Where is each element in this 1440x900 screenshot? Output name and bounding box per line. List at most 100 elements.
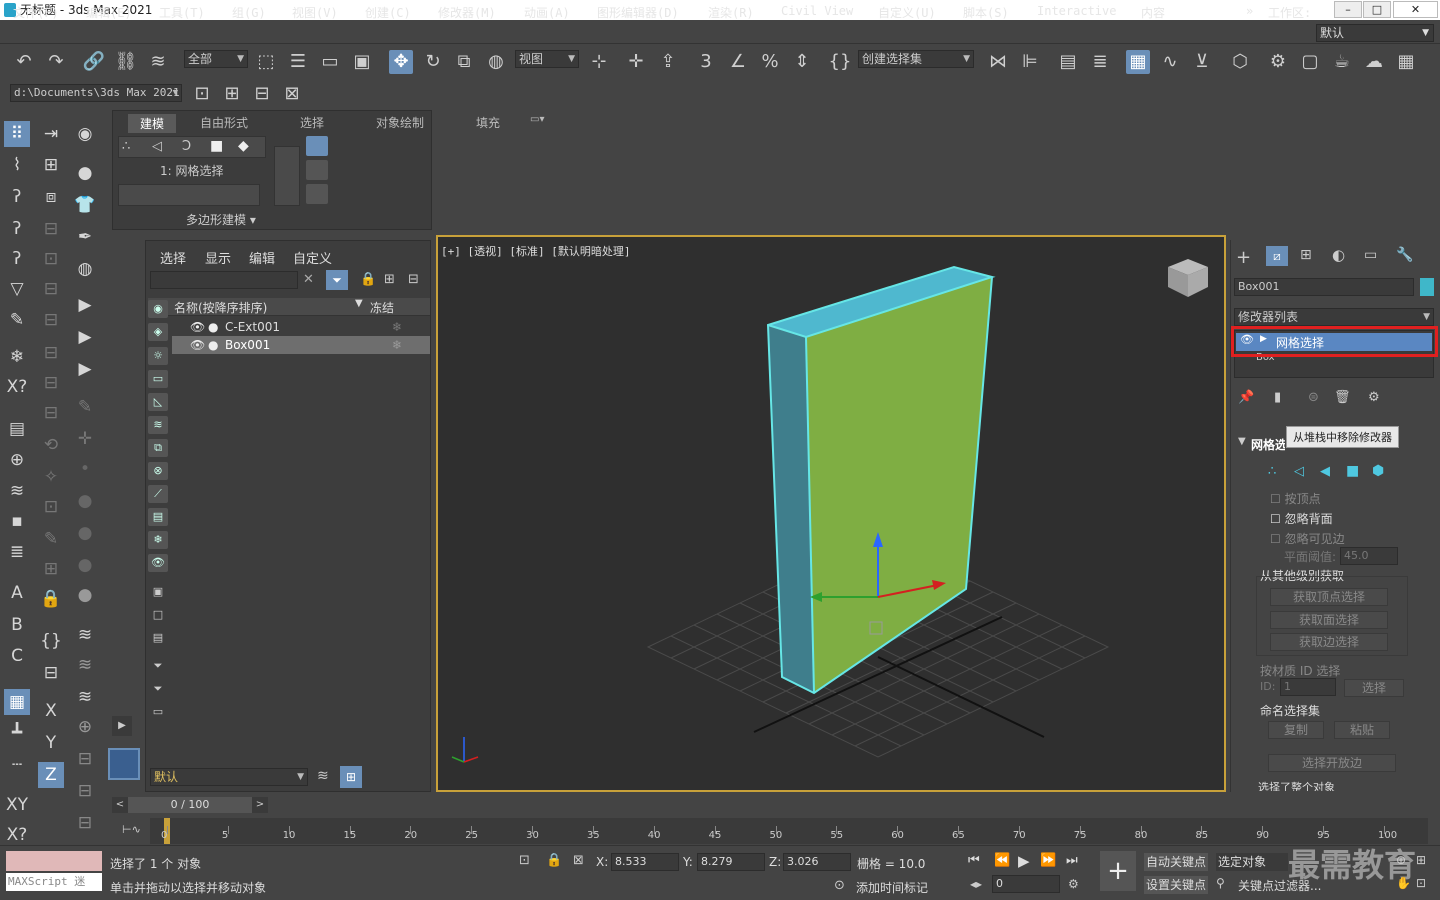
snaps-toggle-icon[interactable]: 3	[694, 50, 718, 74]
ribbon-tab-freeform[interactable]: 自由形式	[200, 114, 248, 131]
select-by-id-button[interactable]: 选择	[1344, 679, 1404, 697]
material-editor-icon[interactable]: ⬡	[1228, 50, 1252, 74]
get-face-selection-button[interactable]: 获取面选择	[1270, 611, 1388, 629]
scene-tab-edit[interactable]: 编辑	[249, 248, 275, 267]
filter-box-icon[interactable]: ▭	[148, 703, 168, 721]
named-selection-set-dropdown[interactable]: 创建选择集 ▼	[858, 50, 974, 68]
layer-dropdown[interactable]: 默认 ▼	[150, 768, 308, 786]
display-xrefs-icon[interactable]: ⊗	[148, 462, 168, 480]
display-geometry-icon[interactable]: ◉	[148, 300, 168, 318]
selection-filter-dropdown[interactable]: 全部 ▼	[184, 50, 248, 68]
paint-select-icon[interactable]: ʔ	[4, 184, 30, 210]
letter-b-icon[interactable]: B	[4, 612, 30, 638]
column-freeze-header[interactable]: 冻结	[370, 299, 394, 316]
motion-tab-icon[interactable]: ◐	[1332, 246, 1345, 264]
letter-c-icon[interactable]: C	[4, 643, 30, 669]
axis-x-icon[interactable]: X	[38, 698, 64, 724]
display-hidden-icon[interactable]: 👁	[148, 554, 168, 572]
zoom-icon[interactable]: ⊕	[1396, 853, 1406, 867]
select-scale-icon[interactable]: ⧉	[452, 50, 476, 74]
redo-icon[interactable]: ↷	[44, 50, 68, 74]
freeze-snowflake-icon[interactable]: ❄	[392, 336, 402, 354]
clear-search-icon[interactable]: ✕	[303, 272, 314, 287]
goto-end-icon[interactable]: ⏭	[1066, 853, 1078, 868]
sphere-icon[interactable]: ◍	[72, 256, 98, 282]
ribbon-panel-label[interactable]: 多边形建模 ▾	[186, 211, 256, 228]
object-color-swatch[interactable]	[1420, 278, 1434, 296]
curve-editor-icon[interactable]: ∿	[1158, 50, 1182, 74]
polygon-level-icon[interactable]: ■	[1346, 463, 1359, 479]
z-coordinate-field[interactable]: 3.026	[783, 853, 851, 871]
move-in-icon[interactable]: ⇥	[38, 121, 64, 147]
face-level-icon[interactable]: ◀	[1320, 464, 1330, 479]
rollout-collapse-icon[interactable]: ▼	[1238, 436, 1246, 447]
menu-tools[interactable]: 工具(T)	[159, 4, 205, 21]
viewport-label[interactable]: [+] [透视] [标准] [默认明暗处理]	[441, 243, 630, 259]
pen-icon[interactable]: ✒	[72, 224, 98, 250]
curve-editor-mini-icon[interactable]: ⊢∿	[122, 823, 141, 836]
display-cameras-icon[interactable]: ▭	[148, 370, 168, 388]
menu-civil-view[interactable]: Civil View	[781, 4, 853, 18]
menu-group[interactable]: 组(G)	[232, 4, 266, 21]
stack-layers-icon[interactable]: ≋	[4, 478, 30, 504]
polygon-subobj-icon[interactable]: ■	[210, 138, 223, 154]
copy-rows-icon[interactable]: ⊞	[38, 152, 64, 178]
prev-frame-icon[interactable]: ⏪	[994, 853, 1010, 868]
menu-file[interactable]: 文件(F)	[13, 4, 59, 21]
scene-row-cext001[interactable]: 👁 ● C-Ext001 ❄	[172, 318, 430, 336]
braces-icon[interactable]: {}	[38, 628, 64, 654]
select-tool-icon[interactable]: ⠿	[4, 121, 30, 147]
hierarchy-tab-icon[interactable]: ⊞	[1300, 247, 1312, 263]
shirt-icon[interactable]: 👕	[72, 192, 98, 218]
configure-sets-icon[interactable]: ⚙	[1368, 390, 1380, 405]
copy-button[interactable]: 复制	[1268, 721, 1324, 739]
display-helpers-icon[interactable]: ◺	[148, 393, 168, 411]
percent-snap-icon[interactable]: %	[758, 50, 782, 74]
axis-y-icon[interactable]: Y	[38, 730, 64, 756]
align-icon[interactable]: ⊫	[1018, 50, 1042, 74]
display-spacewarps-icon[interactable]: ≋	[148, 416, 168, 434]
modifier-list-dropdown[interactable]: 修改器列表 ▼	[1234, 308, 1434, 326]
edge-level-icon[interactable]: ◁	[1294, 464, 1304, 479]
select-object-icon[interactable]: ⬚	[254, 50, 278, 74]
maxscript-mini-input[interactable]: MAXScript 迷	[6, 873, 102, 891]
triangle-select-icon[interactable]: ▽	[4, 276, 30, 302]
key-set-dropdown[interactable]: 选定对象	[1216, 853, 1288, 871]
display-lights-icon[interactable]: ☼	[148, 347, 168, 365]
menu-create[interactable]: 创建(C)	[365, 4, 411, 21]
mirror-icon[interactable]: ⋈	[986, 50, 1010, 74]
xyz-snap-icon[interactable]: XY	[4, 792, 30, 818]
stack-6-icon[interactable]: ⊟	[72, 778, 98, 804]
menu-rendering[interactable]: 渲染(R)	[708, 4, 754, 21]
toggle-layer-explorer-icon[interactable]: ≣	[1088, 50, 1112, 74]
minimize-button[interactable]: –	[1334, 1, 1362, 18]
layer-icon[interactable]: ▤	[4, 416, 30, 442]
reference-coord-dropdown[interactable]: 视图 ▼	[515, 50, 579, 68]
toggle-scene-explorer-icon[interactable]: ▤	[1056, 50, 1080, 74]
time-prev-icon[interactable]: <	[112, 797, 128, 813]
scene-tab-customize[interactable]: 自定义	[293, 248, 332, 267]
play-panel-icon[interactable]: ▶	[72, 292, 98, 318]
snap-icon[interactable]: ʔ	[4, 216, 30, 242]
x-coordinate-field[interactable]: 8.533	[611, 853, 679, 871]
menu-interactive[interactable]: Interactive	[1037, 4, 1116, 18]
scene-row-box001[interactable]: 👁 ● Box001 ❄	[172, 336, 430, 354]
scene-search-input[interactable]	[150, 271, 298, 289]
workspace-dropdown[interactable]: 默认 ▼	[1316, 24, 1434, 42]
visibility-eye-icon[interactable]: 👁	[190, 336, 205, 354]
menu-scripting[interactable]: 脚本(S)	[963, 4, 1009, 21]
project-icon-4[interactable]: ⊠	[280, 82, 304, 106]
axis-z-icon[interactable]: Z	[38, 762, 64, 788]
display-frozen-icon[interactable]: ❄	[148, 531, 168, 549]
add-time-tag-button[interactable]: 添加时间标记	[856, 879, 928, 896]
time-config-icon[interactable]: ⚙	[1068, 877, 1079, 891]
element-level-icon[interactable]: ⬢	[1372, 463, 1384, 479]
maxscript-listener[interactable]	[6, 851, 102, 871]
close-button[interactable]: ✕	[1393, 1, 1438, 18]
selection-lock-icon[interactable]: 🔒	[546, 853, 562, 868]
stack-1-icon[interactable]: ≋	[72, 622, 98, 648]
select-open-edges-button[interactable]: 选择开放边	[1268, 754, 1396, 772]
expand-panel-icon[interactable]: ▶	[112, 716, 132, 736]
border-subobj-icon[interactable]: Ↄ	[182, 139, 191, 154]
rect-selection-icon[interactable]: ▭	[318, 50, 342, 74]
